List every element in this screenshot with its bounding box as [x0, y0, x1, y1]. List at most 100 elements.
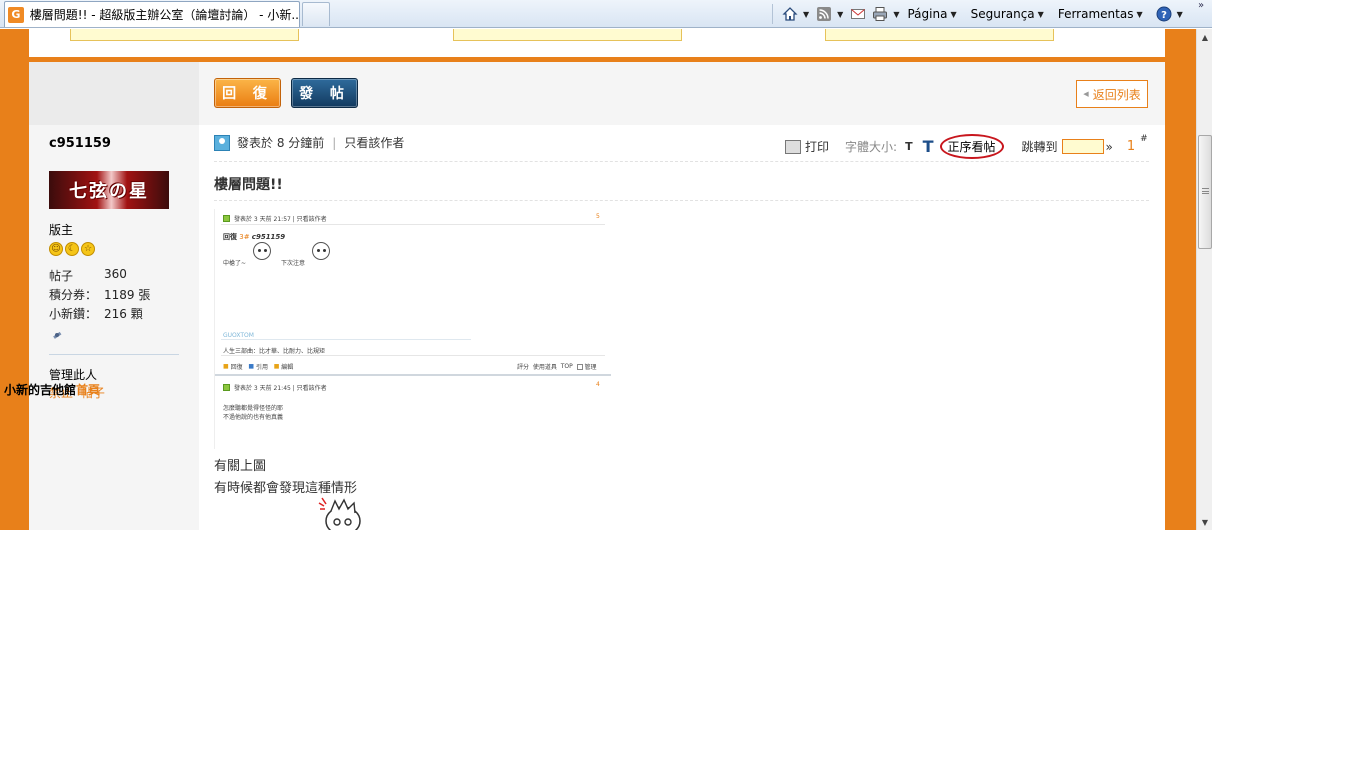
embed-reply-user: c951159: [251, 233, 286, 241]
menu-page-label: Página: [907, 7, 948, 21]
post-text-line: 有關上圖: [214, 459, 267, 474]
embed-text: 下次注意: [281, 260, 306, 267]
menu-tools-label: Ferramentas: [1057, 7, 1134, 21]
toolbar-separator: [772, 4, 773, 24]
print-dropdown-arrow[interactable]: ▼: [893, 10, 899, 19]
post-tools: 打印 字體大小: T T 正序看帖 跳轉到 » 1 #: [785, 134, 1148, 159]
embed-signature-link: GUOXTOM: [223, 332, 254, 339]
font-large-button[interactable]: T: [923, 137, 934, 156]
user-icon: [223, 215, 230, 222]
print-icon[interactable]: [872, 6, 888, 22]
jump-to-floor-input[interactable]: [1061, 139, 1104, 154]
help-icon[interactable]: ?: [1156, 6, 1172, 22]
stat-coupons: 積分券： 1189 張: [49, 286, 150, 303]
toolbar-overflow-icon[interactable]: »: [1198, 0, 1204, 11]
embed-divider: [221, 224, 605, 225]
vertical-scrollbar[interactable]: ▲ ▼: [1196, 29, 1212, 530]
font-small-button[interactable]: T: [905, 140, 913, 153]
embed-line-right: 下次注意: [281, 258, 305, 267]
embed-text: 不過他說的也有他真義: [223, 414, 284, 421]
embed-text: 怎麼聽都覺得怪怪的耶: [223, 405, 284, 412]
menu-security[interactable]: Segurança ▼: [971, 7, 1048, 21]
help-dropdown-arrow[interactable]: ▼: [1177, 10, 1183, 19]
mail-icon[interactable]: [850, 6, 866, 22]
embed-floor: 4: [596, 381, 600, 388]
only-author-link[interactable]: 只看該作者: [344, 134, 404, 151]
menu-security-label: Segurança: [970, 7, 1035, 21]
user-icon: [214, 134, 230, 151]
back-to-list-label: 返回列表: [1092, 87, 1141, 102]
scroll-thumb[interactable]: [1198, 135, 1212, 249]
rss-feed-icon[interactable]: [816, 6, 832, 22]
embed-actions: ■ 回復 ■ 引用 ■ 編輯: [223, 362, 293, 371]
author-role: 版主: [49, 223, 74, 237]
embed-text: 評分: [517, 364, 530, 371]
post-header-bar: 回 復 發 帖 ◀ 返回列表: [199, 62, 1165, 125]
embed-reply-row: 回復 3# c951159: [223, 232, 285, 242]
home-icon[interactable]: [782, 6, 798, 22]
chevron-down-icon: ▼: [1136, 9, 1143, 19]
banner-slot[interactable]: [453, 29, 682, 41]
sort-ascending-link[interactable]: 正序看帖: [939, 134, 1004, 159]
embed-text: GUOXTOM: [223, 332, 254, 339]
reply-button[interactable]: 回 復: [214, 78, 281, 108]
new-tab-button[interactable]: [302, 2, 330, 26]
browser-tab[interactable]: G 樓層問題!! - 超級版主辦公室（論壇討論） - 小新...: [4, 1, 300, 27]
grip-icon: [1202, 188, 1209, 194]
post-text-line: 有時候都會發現這種情形: [214, 481, 358, 496]
scroll-up-arrow[interactable]: ▲: [1197, 29, 1212, 45]
back-to-list-button[interactable]: ◀ 返回列表: [1076, 80, 1148, 108]
new-post-button[interactable]: 發 帖: [291, 78, 358, 108]
embed-meta-text: 發表於 3 天前 21:57 | 只看該作者: [234, 216, 327, 223]
author-medals: ☺ ☾ ☆: [49, 242, 95, 256]
menu-page[interactable]: Página ▼: [907, 7, 960, 21]
embed-action-icon: ■: [223, 363, 229, 370]
author-username[interactable]: c951159: [49, 136, 111, 151]
banner-slot[interactable]: [70, 29, 299, 41]
stat-value: 216 顆: [104, 307, 143, 321]
stat-label: 小新鑽：: [49, 307, 98, 321]
scroll-down-arrow[interactable]: ▼: [1197, 514, 1212, 530]
stat-value: 360: [104, 267, 127, 281]
site-home-link[interactable]: 小新的吉他館首頁: [4, 381, 100, 398]
embed-text: 中槍了~: [223, 260, 247, 267]
floor-number[interactable]: 1: [1127, 139, 1135, 154]
feed-dropdown-arrow[interactable]: ▼: [837, 10, 843, 19]
embed-reply-prefix: 回復: [223, 233, 237, 241]
user-icon: [223, 384, 230, 391]
author-sidebar: c951159 七弦の星 版主 ☺ ☾ ☆ 帖子 360 積分券： 1189 張…: [29, 125, 199, 530]
embedded-screenshot[interactable]: 發表於 3 天前 21:57 | 只看該作者 5 回復 3# c951159 中…: [214, 209, 611, 449]
embed-action-icon: ■: [248, 363, 255, 370]
moon-medal-icon: ☾: [65, 242, 79, 256]
jump-go-button[interactable]: »: [1106, 140, 1113, 154]
printer-icon[interactable]: [785, 139, 801, 154]
embed-text: 人生三部曲：比才華、比耐力、比規矩: [223, 348, 326, 355]
embed-meta-row: 發表於 3 天前 21:57 | 只看該作者: [223, 214, 327, 223]
menu-tools[interactable]: Ferramentas ▼: [1058, 7, 1147, 21]
stat-value: 1189 張: [104, 288, 151, 302]
banner-slot[interactable]: [825, 29, 1054, 41]
satellite-icon[interactable]: [51, 329, 63, 344]
embed-divider: [221, 355, 605, 356]
meta-separator: |: [332, 135, 337, 150]
author-banner-image: 七弦の星: [49, 171, 169, 209]
embed-line-left: 中槍了~: [223, 258, 246, 267]
embed-text-row: 不過他說的也有他真義: [223, 412, 283, 421]
favicon-icon: G: [8, 6, 24, 23]
home-link-label: 首頁: [76, 383, 101, 397]
jump-to-label: 跳轉到: [1021, 140, 1058, 154]
chevron-down-icon: ▼: [950, 9, 957, 19]
embed-meta-text: 發表於 3 天前 21:45 | 只看該作者: [234, 385, 327, 392]
page-viewport: 回 復 發 帖 ◀ 返回列表 c951159 七弦の星 版主 ☺ ☾ ☆ 帖子 …: [0, 29, 1212, 530]
embed-text-row: 怎麼聽都覺得怪怪的耶: [223, 403, 283, 412]
embed-meta-row: 發表於 3 天前 21:45 | 只看該作者: [223, 383, 327, 392]
print-link[interactable]: 打印: [805, 138, 829, 155]
stat-label: 積分券：: [49, 288, 98, 302]
star-medal-icon: ☆: [81, 242, 95, 256]
post-timestamp: 發表於 8 分鐘前: [237, 136, 325, 150]
embed-text: 回復: [230, 364, 243, 371]
home-dropdown-arrow[interactable]: ▼: [803, 10, 809, 19]
post-body: 發表於 8 分鐘前 | 只看該作者 打印 字體大小: T T 正序看帖 跳轉到 …: [199, 125, 1165, 530]
embed-divider: [215, 374, 611, 376]
embed-action-icon: ■: [273, 363, 280, 370]
